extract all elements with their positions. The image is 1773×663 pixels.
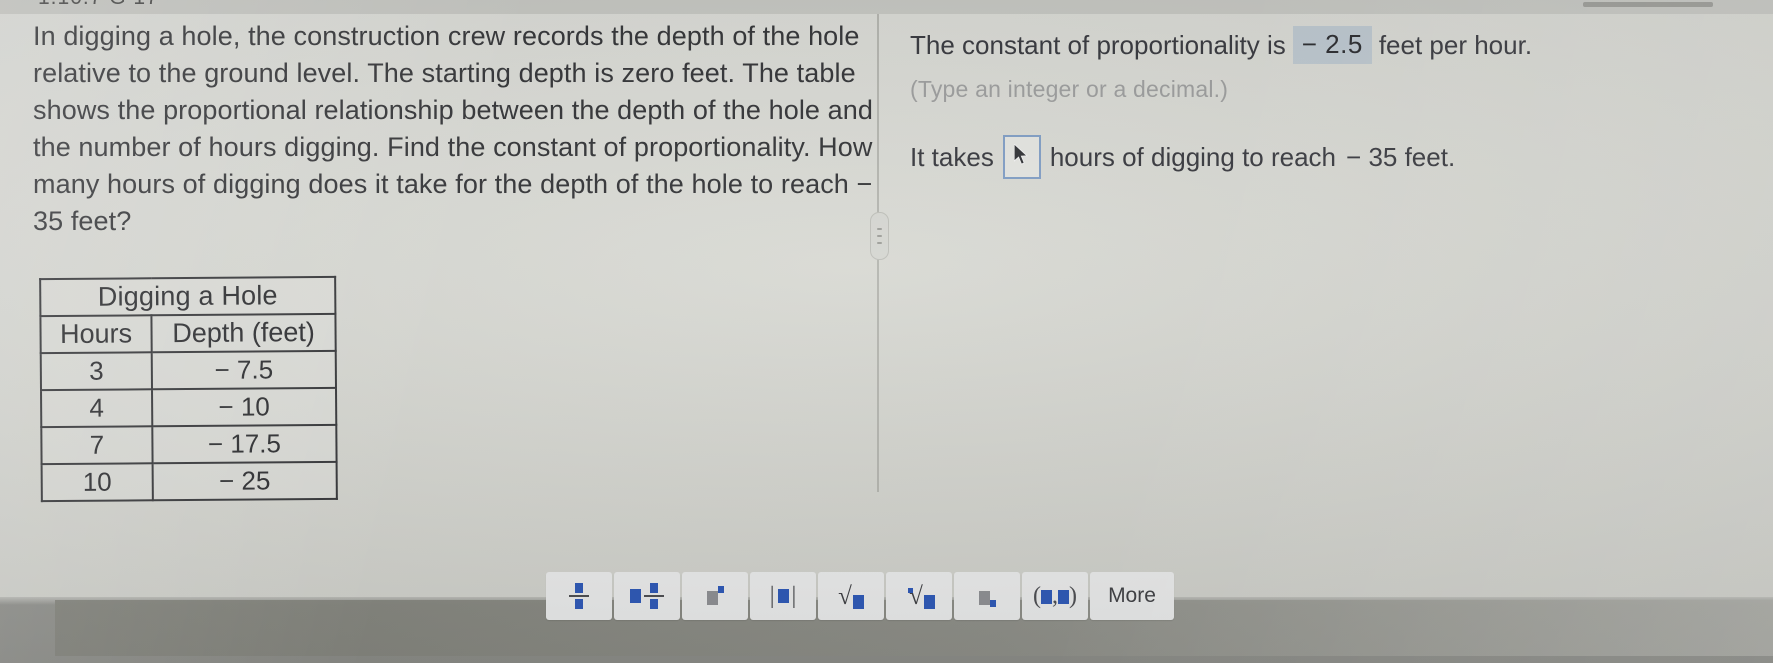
- table-header-row: Hours Depth (feet): [40, 313, 336, 354]
- square-root-button[interactable]: √: [818, 572, 884, 620]
- cell-depth: − 10: [152, 387, 337, 427]
- numerator-box: [650, 583, 658, 593]
- numerator-box: [575, 583, 583, 593]
- screenshot-root: 1.10.7 G 17 In digging a hole, the const…: [0, 0, 1773, 663]
- fraction-icon: [569, 583, 589, 609]
- mixed-number-button[interactable]: [614, 572, 680, 620]
- left-bar: |: [769, 582, 775, 609]
- absolute-value-icon: | |: [770, 583, 797, 610]
- left-paren: (: [1033, 582, 1041, 609]
- table-row: 3 − 7.5: [40, 350, 336, 391]
- handle-dot: [877, 242, 882, 244]
- answer-target-text: − 35 feet.: [1346, 142, 1456, 172]
- radicand-box: [852, 594, 864, 609]
- exponent-box: [717, 586, 724, 594]
- denominator-box: [575, 599, 583, 609]
- table-title: Digging a Hole: [40, 276, 336, 317]
- problem-pane: In digging a hole, the construction crew…: [33, 18, 873, 240]
- handle-dot: [877, 235, 882, 237]
- nth-root-button[interactable]: √: [886, 572, 952, 620]
- handle-dot: [877, 228, 882, 230]
- answer-mid-text: hours of digging to reach: [1049, 142, 1337, 172]
- y-box: [1058, 590, 1069, 605]
- cell-hours: 4: [41, 389, 153, 428]
- column-header-hours: Hours: [40, 315, 152, 354]
- pane-divider-handle[interactable]: [870, 212, 889, 260]
- denominator-box: [650, 599, 658, 609]
- whole-box: [630, 589, 641, 603]
- right-bar: |: [791, 582, 797, 609]
- base-box: [706, 590, 718, 605]
- exponent-button[interactable]: [682, 572, 748, 620]
- more-symbols-button[interactable]: More: [1090, 572, 1174, 620]
- cell-hours: 10: [41, 463, 153, 502]
- answer-prefix-text: The constant of proportionality is: [910, 30, 1286, 60]
- cell-hours: 7: [41, 426, 153, 465]
- cell-hours: 3: [40, 352, 153, 391]
- radical-sign: √: [838, 582, 852, 610]
- fraction-bar: [644, 595, 664, 597]
- answer-suffix-text: feet per hour.: [1378, 30, 1533, 60]
- nth-root-icon: √: [903, 584, 935, 609]
- table-row: 7 − 17.5: [41, 424, 337, 465]
- fraction-bar: [569, 595, 589, 597]
- top-strip: 1.10.7 G 17: [0, 0, 1773, 14]
- exercise-id-label: 1.10.7 G 17: [38, 0, 159, 10]
- subscript-button[interactable]: [954, 572, 1020, 620]
- cell-depth: − 25: [152, 461, 337, 501]
- mouse-pointer-icon: [1013, 144, 1028, 165]
- right-paren: ): [1069, 582, 1077, 609]
- data-table-container: Digging a Hole Hours Depth (feet) 3 − 7.…: [39, 275, 338, 503]
- subscript-icon: [978, 583, 996, 609]
- top-right-tab-indicator: [1583, 2, 1713, 7]
- constant-of-proportionality-input[interactable]: − 2.5: [1292, 26, 1372, 64]
- fraction-button[interactable]: [546, 572, 612, 620]
- radicand-box: [923, 594, 935, 609]
- value-box: [777, 589, 789, 603]
- cell-depth: − 7.5: [151, 350, 336, 390]
- answer-format-hint: (Type an integer or a decimal.): [910, 76, 1229, 102]
- table-row: 10 − 25: [41, 461, 337, 502]
- ordered-pair-icon: (,): [1033, 583, 1077, 610]
- table-row: 4 − 10: [41, 387, 337, 428]
- x-box: [1041, 590, 1052, 605]
- math-symbol-palette: | | √ √ (,) More: [546, 572, 1174, 620]
- problem-statement: In digging a hole, the construction crew…: [33, 21, 873, 236]
- answer-prefix-text: It takes: [910, 142, 994, 172]
- square-root-icon: √: [838, 584, 864, 609]
- fraction-icon: [644, 583, 664, 609]
- absolute-value-button[interactable]: | |: [750, 572, 816, 620]
- base-box: [978, 590, 990, 605]
- digging-a-hole-table: Digging a Hole Hours Depth (feet) 3 − 7.…: [39, 275, 338, 503]
- answer-line-constant-of-proportionality: The constant of proportionality is − 2.5…: [910, 26, 1760, 64]
- answer-line-hours: It takes hours of digging to reach − 35 …: [910, 135, 1760, 179]
- cell-depth: − 17.5: [152, 424, 337, 464]
- hours-answer-input[interactable]: [1002, 135, 1041, 179]
- table-title-row: Digging a Hole: [40, 276, 336, 317]
- ordered-pair-button[interactable]: (,): [1022, 572, 1088, 620]
- column-header-depth: Depth (feet): [151, 313, 336, 353]
- answer-pane: The constant of proportionality is − 2.5…: [910, 20, 1760, 179]
- mixed-number-icon: [630, 583, 664, 609]
- index-box: [908, 587, 914, 593]
- exponent-icon: [706, 583, 724, 609]
- subscript-box: [989, 600, 996, 608]
